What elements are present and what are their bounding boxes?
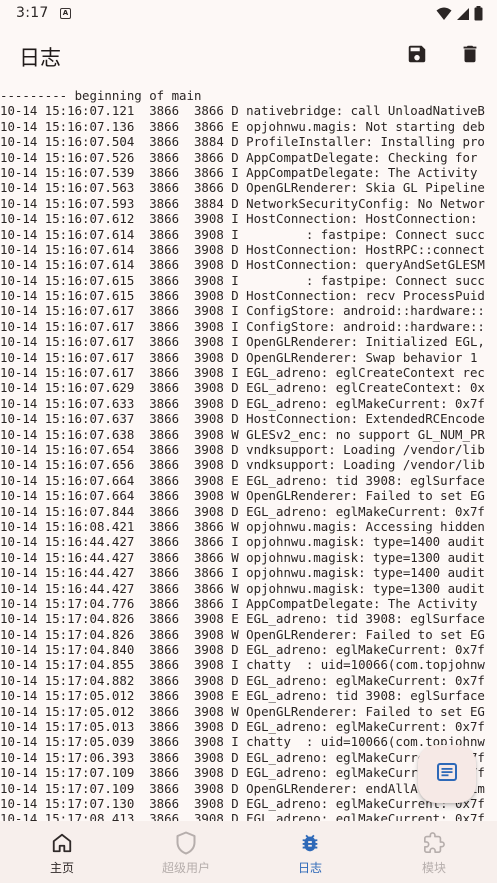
shield-icon xyxy=(175,831,197,855)
nav-item-log[interactable]: 日志 xyxy=(248,821,372,883)
log-line: 10-14 15:16:07.612 3866 3908 I HostConne… xyxy=(0,211,485,227)
log-line: 10-14 15:16:44.427 3866 3866 I opjohnwu.… xyxy=(0,565,485,581)
log-line: 10-14 15:17:07.130 3866 3908 D EGL_adren… xyxy=(0,795,485,811)
log-line: 10-14 15:16:07.844 3866 3908 D EGL_adren… xyxy=(0,503,485,519)
log-line: 10-14 15:16:44.427 3866 3866 W opjohnwu.… xyxy=(0,580,485,596)
log-line: 10-14 15:16:07.637 3866 3908 D HostConne… xyxy=(0,411,485,427)
clear-log-button[interactable] xyxy=(453,39,487,73)
nav-label-log: 日志 xyxy=(297,861,322,875)
log-line: 10-14 15:17:04.776 3866 3866 I AppCompat… xyxy=(0,595,485,611)
log-line: 10-14 15:16:07.614 3866 3908 I : fastpip… xyxy=(0,226,485,242)
nav-label-modules: 模块 xyxy=(421,861,446,875)
log-line: 10-14 15:16:07.654 3866 3908 D vndksuppo… xyxy=(0,441,485,457)
home-icon xyxy=(51,831,73,855)
nav-label-superuser: 超级用户 xyxy=(161,861,210,875)
nav-item-superuser[interactable]: 超级用户 xyxy=(124,821,248,883)
status-indicators xyxy=(436,6,483,25)
log-line: --------- beginning of main xyxy=(0,88,202,103)
log-line: 10-14 15:16:07.615 3866 3908 I : fastpip… xyxy=(0,272,485,288)
log-line: 10-14 15:17:05.013 3866 3908 D EGL_adren… xyxy=(0,719,485,735)
battery-icon xyxy=(474,6,483,25)
log-line: 10-14 15:16:07.617 3866 3908 I OpenGLRen… xyxy=(0,334,485,350)
nav-item-home[interactable]: 主页 xyxy=(0,821,124,883)
log-line: 10-14 15:16:07.633 3866 3908 D EGL_adren… xyxy=(0,395,485,411)
log-line: 10-14 15:17:04.882 3866 3908 D EGL_adren… xyxy=(0,672,485,688)
log-line: 10-14 15:16:07.526 3866 3866 D AppCompat… xyxy=(0,149,485,165)
log-line: 10-14 15:17:04.826 3866 3908 E EGL_adren… xyxy=(0,611,485,627)
log-line: 10-14 15:17:04.840 3866 3908 D EGL_adren… xyxy=(0,642,485,658)
log-line: 10-14 15:16:07.615 3866 3908 D HostConne… xyxy=(0,288,485,304)
bug-icon xyxy=(299,831,321,855)
delete-icon xyxy=(459,43,481,69)
log-line: 10-14 15:16:07.539 3866 3866 I AppCompat… xyxy=(0,164,485,180)
cellular-signal-icon xyxy=(456,7,470,25)
log-line: 10-14 15:16:07.629 3866 3908 D EGL_adren… xyxy=(0,380,485,396)
log-line: 10-14 15:16:07.656 3866 3908 D vndksuppo… xyxy=(0,457,485,473)
log-line: 10-14 15:16:07.664 3866 3908 W OpenGLRen… xyxy=(0,488,485,504)
log-line: 10-14 15:16:07.121 3866 3866 D nativebri… xyxy=(0,103,485,119)
log-line: 10-14 15:16:07.664 3866 3908 E EGL_adren… xyxy=(0,472,485,488)
status-bar: 3:17 A xyxy=(0,0,497,28)
log-line: 10-14 15:16:07.617 3866 3908 I EGL_adren… xyxy=(0,365,485,381)
nav-item-modules[interactable]: 模块 xyxy=(372,821,496,883)
log-line: 10-14 15:17:08.413 3866 3908 D EGL_adren… xyxy=(0,811,485,821)
log-line: 10-14 15:17:05.012 3866 3908 E EGL_adren… xyxy=(0,688,485,704)
log-line: 10-14 15:17:04.826 3866 3908 W OpenGLRen… xyxy=(0,626,485,642)
log-line: 10-14 15:16:07.593 3866 3884 D NetworkSe… xyxy=(0,195,485,211)
log-line: 10-14 15:16:07.614 3866 3908 D HostConne… xyxy=(0,241,485,257)
log-line: 10-14 15:16:07.504 3866 3884 D ProfileIn… xyxy=(0,134,485,150)
log-line: 10-14 15:16:44.427 3866 3866 I opjohnwu.… xyxy=(0,534,485,550)
bottom-navigation: 主页 超级用户 日志 模块 xyxy=(0,821,497,883)
log-line: 10-14 15:16:07.617 3866 3908 D OpenGLRen… xyxy=(0,349,478,365)
log-line: 10-14 15:16:07.617 3866 3908 I ConfigSto… xyxy=(0,303,485,319)
log-line: 10-14 15:16:07.617 3866 3908 I ConfigSto… xyxy=(0,318,485,334)
page-title: 日志 xyxy=(19,46,61,70)
app-bar: 日志 xyxy=(0,28,497,86)
save-log-button[interactable] xyxy=(400,39,434,73)
save-icon xyxy=(406,43,428,69)
log-line: 10-14 15:16:07.638 3866 3908 W GLESv2_en… xyxy=(0,426,485,442)
log-line: 10-14 15:17:04.855 3866 3908 I chatty : … xyxy=(0,657,485,673)
log-fab-button[interactable] xyxy=(418,745,476,803)
log-line: 10-14 15:16:44.427 3866 3866 W opjohnwu.… xyxy=(0,549,485,565)
log-line: 10-14 15:16:07.563 3866 3866 D OpenGLRen… xyxy=(0,180,485,196)
log-line: 10-14 15:16:07.136 3866 3866 E opjohnwu.… xyxy=(0,118,485,134)
log-line: 10-14 15:16:08.421 3866 3866 W opjohnwu.… xyxy=(0,518,485,534)
log-line: 10-14 15:16:07.614 3866 3908 D HostConne… xyxy=(0,257,485,273)
notification-app-icon: A xyxy=(60,8,71,19)
wifi-icon xyxy=(436,7,452,25)
nav-label-home: 主页 xyxy=(49,861,74,875)
log-line: 10-14 15:17:05.012 3866 3908 W OpenGLRen… xyxy=(0,703,485,719)
log-line: 10-14 15:17:05.039 3866 3908 I chatty : … xyxy=(0,734,485,750)
status-time: 3:17 xyxy=(16,5,49,21)
log-output[interactable]: --------- beginning of main 10-14 15:16:0… xyxy=(0,88,497,821)
puzzle-icon xyxy=(423,831,445,855)
notes-icon xyxy=(435,760,459,788)
